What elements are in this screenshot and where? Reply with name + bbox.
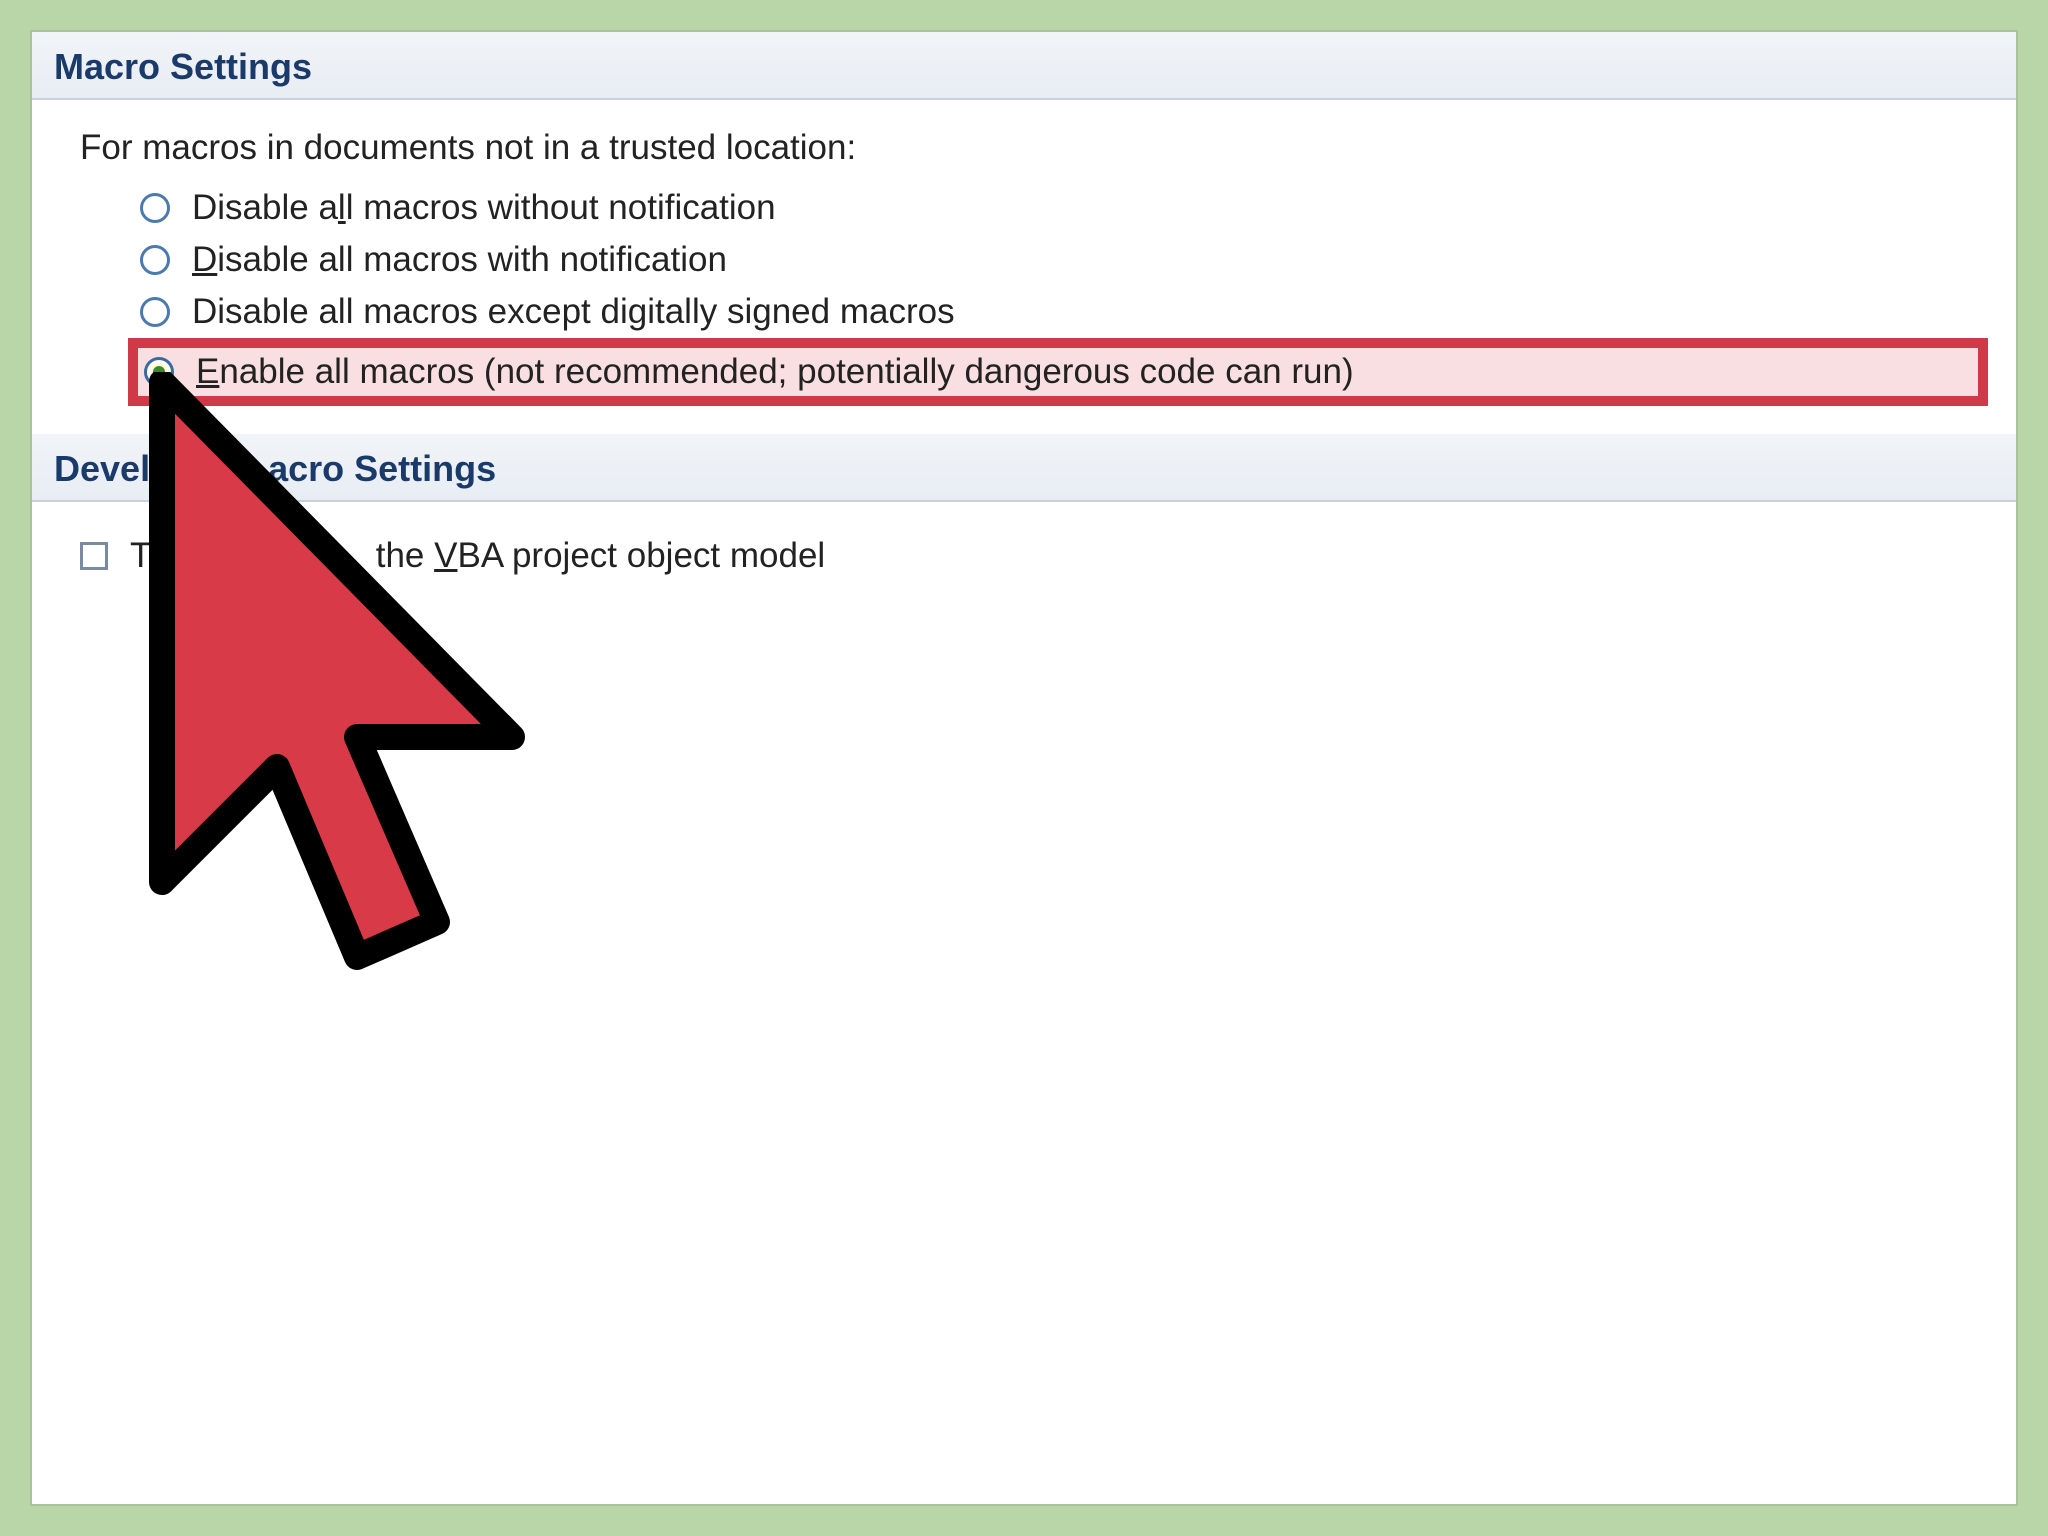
macro-settings-header: Macro Settings xyxy=(32,32,2016,100)
radio-label: Disable all macros except digitally sign… xyxy=(192,292,955,332)
radio-label[interactable]: Enable all macros (not recommended; pote… xyxy=(196,352,1354,392)
developer-macro-settings-header: Developer Macro Settings xyxy=(32,434,2016,502)
radio-icon xyxy=(140,193,170,223)
radio-icon-selected[interactable] xyxy=(144,357,174,387)
outer-frame: Macro Settings For macros in documents n… xyxy=(0,0,2048,1536)
radio-label: Disable all macros with notification xyxy=(192,240,727,280)
radio-disable-except-signed[interactable]: Disable all macros except digitally sign… xyxy=(80,286,1988,338)
checkbox-trust-vba-access[interactable]: Trust access to the VBA project object m… xyxy=(80,530,1988,582)
developer-header-post: acro Settings xyxy=(268,448,496,489)
macro-settings-title: Macro Settings xyxy=(54,46,312,87)
developer-settings-body: Trust access to the VBA project object m… xyxy=(32,502,2016,610)
developer-header-pre: Devel xyxy=(54,448,150,489)
radio-label: Disable all macros without notification xyxy=(192,188,776,228)
macro-intro-text: For macros in documents not in a trusted… xyxy=(80,128,1988,168)
checkbox-label: Trust access to the VBA project object m… xyxy=(130,536,825,576)
radio-disable-without-notification[interactable]: Disable all macros without notification xyxy=(80,182,1988,234)
settings-panel: Macro Settings For macros in documents n… xyxy=(30,30,2018,1506)
checkbox-icon xyxy=(80,542,108,570)
macro-settings-body: For macros in documents not in a trusted… xyxy=(32,100,2016,434)
radio-disable-with-notification[interactable]: Disable all macros with notification xyxy=(80,234,1988,286)
radio-icon xyxy=(140,245,170,275)
highlight-enable-all-macros: Enable all macros (not recommended; pote… xyxy=(128,338,1988,406)
radio-icon xyxy=(140,297,170,327)
